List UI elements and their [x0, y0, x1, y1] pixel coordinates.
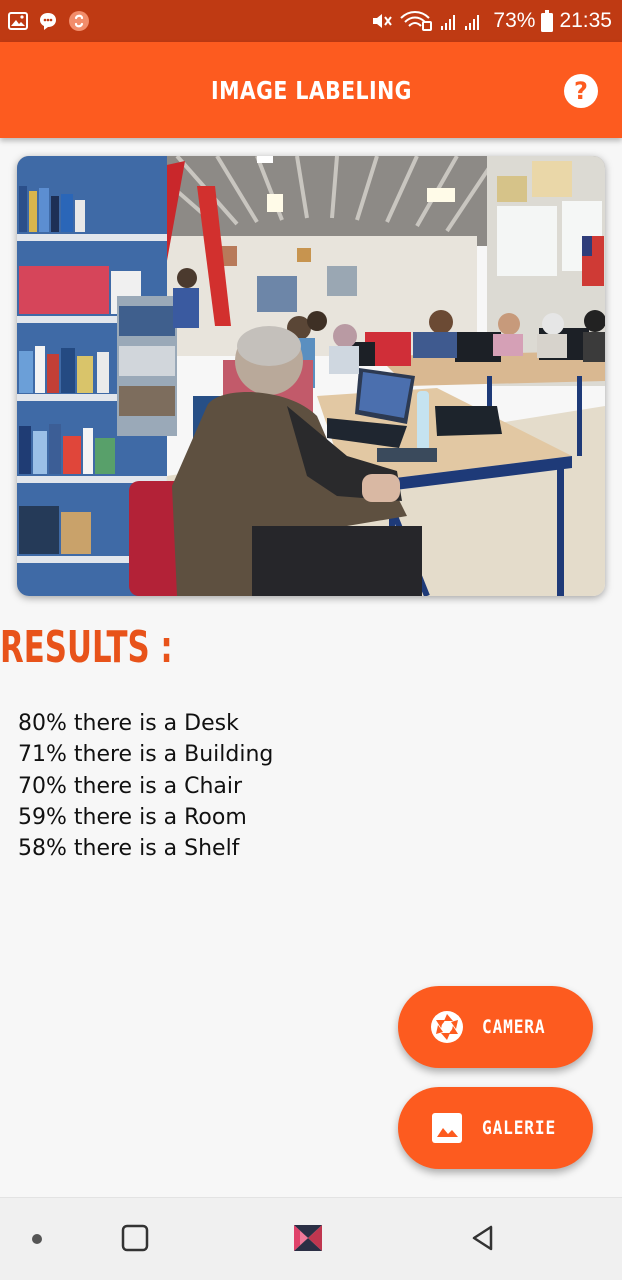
- result-item: 70% there is a Chair: [18, 773, 243, 799]
- analyzed-photo: [17, 156, 605, 596]
- triangle-back-icon: [469, 1224, 497, 1256]
- back-button[interactable]: [458, 1198, 508, 1280]
- battery-icon: [541, 10, 554, 32]
- gallery-button-label: GALERIE: [482, 1117, 557, 1139]
- shazam-notification-icon: [68, 10, 90, 32]
- wifi-icon: [399, 10, 433, 32]
- battery-percent: 73%: [493, 9, 536, 32]
- app-bar: IMAGE LABELING ?: [0, 42, 622, 138]
- bowtie-icon: [292, 1223, 324, 1257]
- gallery-button[interactable]: GALERIE: [398, 1087, 593, 1169]
- gallery-notification-icon: [8, 12, 28, 30]
- recents-button[interactable]: [110, 1198, 160, 1280]
- mute-icon: [371, 11, 393, 31]
- result-item: 80% there is a Desk: [18, 711, 239, 736]
- nav-dot-button[interactable]: [22, 1198, 52, 1280]
- help-button[interactable]: ?: [564, 74, 598, 108]
- chat-notification-icon: [38, 11, 58, 31]
- status-bar: 73% 21:35: [0, 0, 622, 42]
- question-circle-icon: ?: [574, 77, 588, 105]
- page-title: IMAGE LABELING: [210, 75, 412, 105]
- result-item: 59% there is a Room: [18, 804, 247, 830]
- camera-button[interactable]: CAMERA: [398, 986, 593, 1068]
- system-nav-bar: [0, 1197, 622, 1280]
- shutter-icon: [428, 1008, 466, 1046]
- result-item: 71% there is a Building: [18, 742, 274, 768]
- signal-icon: [439, 11, 487, 31]
- image-icon: [428, 1109, 466, 1147]
- clock: 21:35: [559, 9, 612, 32]
- status-notifications: [8, 10, 90, 32]
- results-heading: RESULTS :: [0, 622, 173, 673]
- classroom-photo: [17, 156, 605, 596]
- home-button[interactable]: [283, 1198, 333, 1280]
- status-indicators: 73% 21:35: [371, 9, 612, 33]
- camera-button-label: CAMERA: [482, 1016, 546, 1038]
- square-icon: [121, 1224, 149, 1256]
- results-list: 80% there is a Desk 71% there is a Build…: [18, 708, 273, 864]
- result-item: 58% there is a Shelf: [18, 836, 240, 862]
- dot-icon: [31, 1230, 43, 1249]
